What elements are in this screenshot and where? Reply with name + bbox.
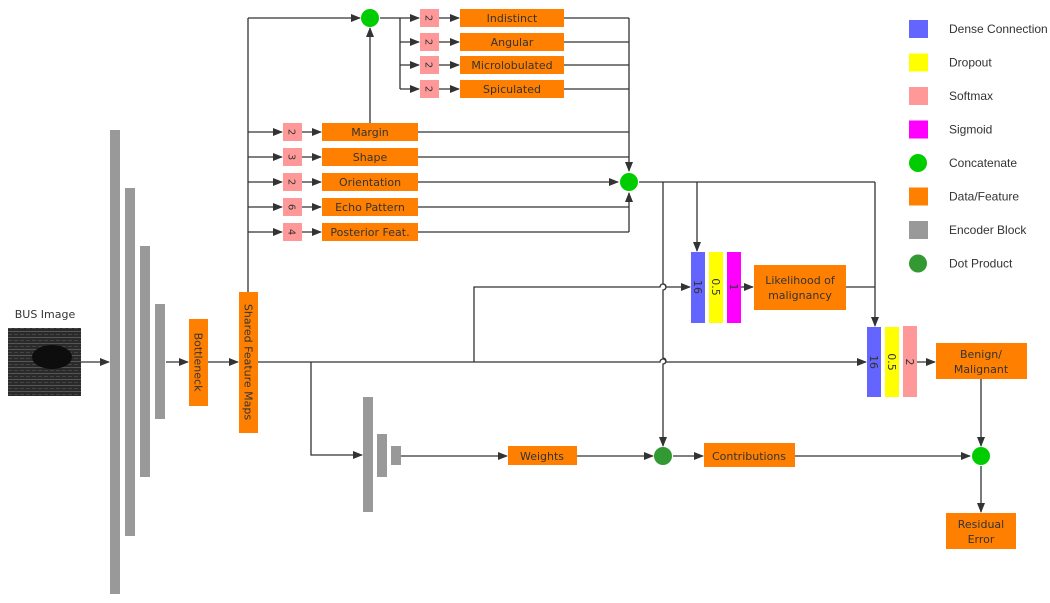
encoder-block-4 bbox=[155, 304, 165, 419]
margin-sub-feature-label: Angular bbox=[491, 36, 534, 49]
legend-swatch-concat bbox=[909, 154, 927, 172]
contributions-node: Contributions bbox=[704, 443, 795, 467]
contribution-encoder-block-1 bbox=[363, 397, 373, 512]
dot-product-node bbox=[654, 447, 672, 465]
feature-label: Margin bbox=[351, 126, 389, 139]
lesion-shape bbox=[32, 345, 72, 369]
residual-concat-node bbox=[972, 447, 990, 465]
legend-item: Softmax bbox=[909, 87, 993, 105]
legend-label: Sigmoid bbox=[949, 123, 992, 137]
bus-image-label: BUS Image bbox=[15, 308, 76, 321]
legend-swatch-data bbox=[909, 187, 928, 206]
residual-error-label-line1: Residual bbox=[958, 518, 1004, 531]
classifier-output-label-line1: Benign/ bbox=[960, 348, 1002, 361]
encoder-block-1 bbox=[110, 130, 120, 594]
legend-label: Dropout bbox=[949, 56, 992, 70]
legend-label: Softmax bbox=[949, 89, 993, 103]
likelihood-sigmoid-units: 1 bbox=[727, 284, 740, 291]
likelihood-head: 16 0.5 1 Likelihood of malignancy bbox=[691, 252, 846, 323]
encoder-block-3 bbox=[140, 246, 150, 477]
classifier-dropout-rate: 0.5 bbox=[885, 353, 898, 371]
contribution-encoder-block-3 bbox=[391, 446, 401, 465]
weights-node: Weights bbox=[508, 446, 577, 465]
feature-softmax-units: 3 bbox=[286, 154, 297, 160]
feature-label: Echo Pattern bbox=[335, 201, 405, 214]
margin-sub-softmax-units: 2 bbox=[423, 39, 434, 45]
legend-swatch-dropout bbox=[909, 53, 928, 72]
likelihood-output-label-line2: malignancy bbox=[768, 289, 832, 302]
feature-softmax-units: 2 bbox=[286, 179, 297, 185]
residual-error-label-line2: Error bbox=[968, 533, 995, 546]
bottleneck-label: Bottleneck bbox=[192, 333, 205, 393]
margin-sub-feature-label: Microlobulated bbox=[471, 59, 552, 72]
legend-swatch-sigmoid bbox=[909, 120, 928, 139]
architecture-diagram: BUS Image Bottleneck Shared Feature Maps… bbox=[8, 9, 1048, 594]
legend-label: Dot Product bbox=[949, 257, 1013, 271]
feature-label: Shape bbox=[353, 151, 388, 164]
feature-label: Posterior Feat. bbox=[330, 226, 409, 239]
margin-concat-node bbox=[361, 9, 379, 27]
encoder-block-2 bbox=[125, 188, 135, 536]
classifier-softmax-units: 2 bbox=[903, 359, 916, 366]
feature-softmax-units: 4 bbox=[286, 229, 297, 235]
margin-sub-softmax-units: 2 bbox=[423, 62, 434, 68]
shared-feature-maps-node: Shared Feature Maps bbox=[239, 292, 258, 433]
contribution-encoder-block-2 bbox=[377, 434, 387, 477]
classifier-dense-units: 16 bbox=[867, 355, 880, 369]
legend-label: Data/Feature bbox=[949, 190, 1019, 204]
shared-feature-maps-label: Shared Feature Maps bbox=[242, 304, 255, 420]
feature-label: Orientation bbox=[339, 176, 401, 189]
legend: Dense Connection Dropout Softmax Sigmoid Con… bbox=[909, 20, 1048, 273]
legend-item: Encoder Block bbox=[909, 221, 1027, 239]
classifier-head: 16 0.5 2 Benign/ Malignant bbox=[867, 326, 1027, 397]
legend-item: Concatenate bbox=[909, 154, 1017, 172]
contributions-label: Contributions bbox=[712, 450, 786, 463]
likelihood-output-label-line1: Likelihood of bbox=[765, 274, 836, 287]
legend-item: Dropout bbox=[909, 53, 992, 72]
feature-softmax-units: 2 bbox=[286, 129, 297, 135]
margin-sub-feature-label: Spiculated bbox=[483, 83, 541, 96]
feature-concat-node bbox=[620, 173, 638, 191]
weights-label: Weights bbox=[520, 450, 564, 463]
feature-softmax-units: 6 bbox=[286, 204, 297, 210]
margin-sub-feature-label: Indistinct bbox=[487, 12, 538, 25]
margin-sub-features: 2 Indistinct 2 Angular 2 Microlobulated 2 Spicu… bbox=[420, 9, 564, 98]
legend-label: Dense Connection bbox=[949, 22, 1048, 36]
legend-label: Encoder Block bbox=[949, 223, 1027, 237]
margin-sub-softmax-units: 2 bbox=[423, 86, 434, 92]
contribution-encoder bbox=[363, 397, 401, 512]
legend-item: Dot Product bbox=[909, 254, 1013, 273]
residual-error-node: Residual Error bbox=[946, 513, 1016, 549]
legend-swatch-dense bbox=[909, 20, 928, 38]
legend-swatch-encoder bbox=[909, 221, 928, 239]
legend-swatch-dot bbox=[909, 254, 927, 273]
legend-item: Dense Connection bbox=[909, 20, 1048, 38]
likelihood-dense-units: 16 bbox=[691, 280, 704, 294]
legend-item: Data/Feature bbox=[909, 187, 1019, 206]
classifier-output-label-line2: Malignant bbox=[954, 363, 1009, 376]
encoder bbox=[110, 130, 165, 594]
margin-sub-softmax-units: 2 bbox=[423, 15, 434, 21]
legend-label: Concatenate bbox=[949, 156, 1017, 170]
legend-swatch-softmax bbox=[909, 87, 928, 105]
bus-image-node: BUS Image bbox=[8, 308, 81, 396]
likelihood-dropout-rate: 0.5 bbox=[709, 278, 722, 296]
bottleneck-node: Bottleneck bbox=[189, 319, 208, 406]
legend-item: Sigmoid bbox=[909, 120, 992, 139]
likelihood-output-box bbox=[754, 265, 846, 310]
